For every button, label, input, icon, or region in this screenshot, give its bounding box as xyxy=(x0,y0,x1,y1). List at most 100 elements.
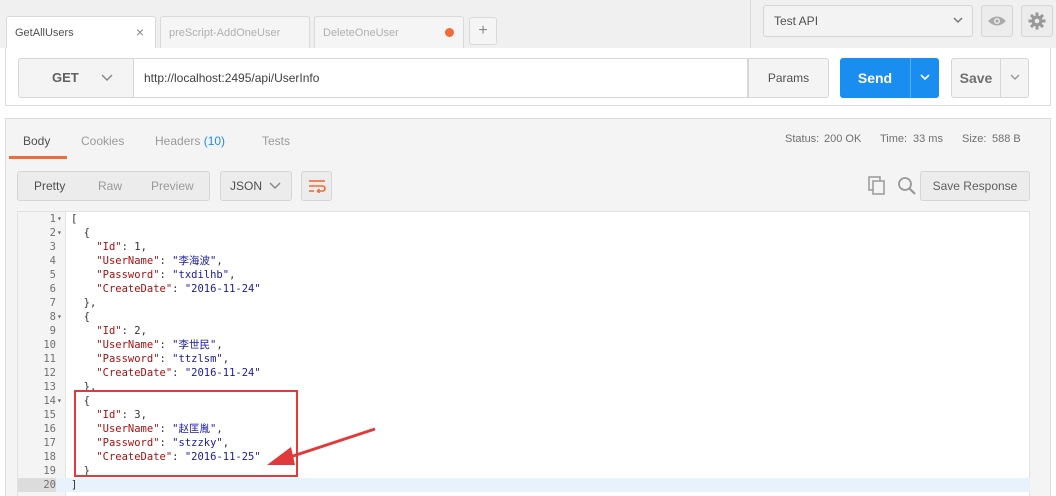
line-number: 5 xyxy=(49,269,56,281)
size-label: Size: xyxy=(962,133,987,145)
time-value: 33 ms xyxy=(913,133,943,145)
params-button[interactable]: Params xyxy=(748,58,829,98)
format-select[interactable]: JSON xyxy=(220,171,292,201)
tab-label: GetAllUsers xyxy=(15,27,74,39)
environment-select[interactable]: Test API xyxy=(763,5,973,37)
headers-count: (10) xyxy=(203,134,226,148)
json-comma: , xyxy=(216,339,223,351)
view-pretty[interactable]: Pretty xyxy=(34,172,65,200)
json-key: "CreateDate" xyxy=(96,283,173,295)
eye-icon[interactable] xyxy=(981,5,1013,37)
view-raw[interactable]: Raw xyxy=(98,172,122,200)
json-comma: , xyxy=(140,241,147,253)
json-colon: : xyxy=(172,367,185,379)
code-line: 12 "CreateDate": "2016-11-24" xyxy=(18,366,1030,380)
code-line: 9 "Id": 2, xyxy=(18,324,1030,338)
json-colon: : xyxy=(121,241,135,253)
code-text: ] xyxy=(71,479,78,491)
json-comma: , xyxy=(222,353,230,365)
chevron-down-icon xyxy=(1009,74,1020,81)
chevron-down-icon xyxy=(269,182,281,190)
tab-label: preScript-AddOneUser xyxy=(169,26,281,39)
code-line: 11 "Password": "ttzlsm", xyxy=(18,352,1030,366)
tab-body[interactable]: Body xyxy=(23,134,50,148)
annotation-arrow-icon xyxy=(267,427,376,465)
search-icon[interactable] xyxy=(897,176,917,196)
wrap-lines-icon[interactable] xyxy=(301,171,332,201)
time-label: Time: xyxy=(880,133,908,145)
code-line: 2 ▾ { xyxy=(18,226,1030,240)
size-value: 588 B xyxy=(992,133,1021,145)
json-key: "UserName" xyxy=(96,255,160,267)
fold-arrow-icon: ▾ xyxy=(57,312,62,321)
code-text: }, xyxy=(71,297,97,309)
json-colon: : xyxy=(159,255,173,267)
line-number: 3 xyxy=(49,241,56,253)
line-number: 19 xyxy=(43,465,56,477)
line-number: 1 xyxy=(49,213,56,225)
line-number: 13 xyxy=(43,381,56,393)
send-button[interactable]: Send xyxy=(840,58,910,98)
save-response-button[interactable]: Save Response xyxy=(920,171,1030,201)
code-text: "Password": "txdilhb", xyxy=(71,268,235,282)
send-options-button[interactable] xyxy=(910,58,939,98)
tab-cookies[interactable]: Cookies xyxy=(81,134,124,148)
method-value: GET xyxy=(52,70,79,85)
code-text: "CreateDate": "2016-11-24" xyxy=(71,366,261,380)
tab-deleteoneuser[interactable]: DeleteOneUser xyxy=(314,16,464,48)
json-colon: : xyxy=(159,353,173,365)
fold-arrow-icon: ▾ xyxy=(57,396,62,405)
tab-label: DeleteOneUser xyxy=(323,26,399,39)
save-options-button[interactable] xyxy=(1001,58,1029,98)
json-string: "李世民" xyxy=(172,339,217,351)
gear-icon[interactable] xyxy=(1021,5,1053,37)
line-number: 10 xyxy=(43,339,56,351)
code-text: "UserName": "李世民", xyxy=(71,338,223,352)
tab-prescript-addoneuser[interactable]: preScript-AddOneUser xyxy=(160,16,310,48)
json-string: "2016-11-24" xyxy=(184,367,261,379)
line-number: 15 xyxy=(43,409,56,421)
code-line: 8 ▾ { xyxy=(18,310,1030,324)
fold-arrow-icon: ▾ xyxy=(57,214,62,223)
code-text: { xyxy=(71,311,90,323)
json-key: "CreateDate" xyxy=(96,367,173,379)
json-comma: , xyxy=(216,255,223,267)
url-input[interactable]: http://localhost:2495/api/UserInfo xyxy=(134,58,748,98)
line-number: 17 xyxy=(43,437,56,449)
json-colon: : xyxy=(172,283,185,295)
tab-getallusers[interactable]: GetAllUsers × xyxy=(6,16,156,49)
json-string: "2016-11-24" xyxy=(184,283,261,295)
line-number: 20 xyxy=(18,478,56,492)
line-number: 6 xyxy=(49,283,56,295)
json-key: "Password" xyxy=(96,269,160,281)
json-key: "Id" xyxy=(96,325,122,337)
tab-headers[interactable]: Headers (10) xyxy=(155,134,225,148)
method-select[interactable]: GET xyxy=(18,58,134,98)
close-icon[interactable]: × xyxy=(133,25,147,39)
code-text: "CreateDate": "2016-11-24" xyxy=(71,282,261,296)
view-preview[interactable]: Preview xyxy=(151,172,194,200)
code-line: 6 "CreateDate": "2016-11-24" xyxy=(18,282,1030,296)
chevron-down-icon xyxy=(952,6,964,47)
code-text: [ xyxy=(71,213,78,225)
request-tab-bar: GetAllUsers × preScript-AddOneUser Delet… xyxy=(0,0,750,49)
line-number: 14 xyxy=(43,395,56,407)
save-button[interactable]: Save xyxy=(951,58,1001,98)
add-tab-button[interactable]: + xyxy=(469,17,497,45)
code-text: "Id": 2, xyxy=(71,324,147,338)
json-string: "txdilhb" xyxy=(172,269,230,281)
line-number: 11 xyxy=(43,353,56,365)
copy-icon[interactable] xyxy=(868,176,886,196)
code-line: 20] xyxy=(18,478,1030,492)
format-value: JSON xyxy=(230,179,263,193)
tab-tests[interactable]: Tests xyxy=(262,134,290,148)
json-colon: : xyxy=(159,339,173,351)
unsaved-dot-icon xyxy=(445,28,454,37)
view-mode-group: Pretty Raw Preview xyxy=(17,171,210,201)
code-text: "Id": 1, xyxy=(71,240,147,254)
